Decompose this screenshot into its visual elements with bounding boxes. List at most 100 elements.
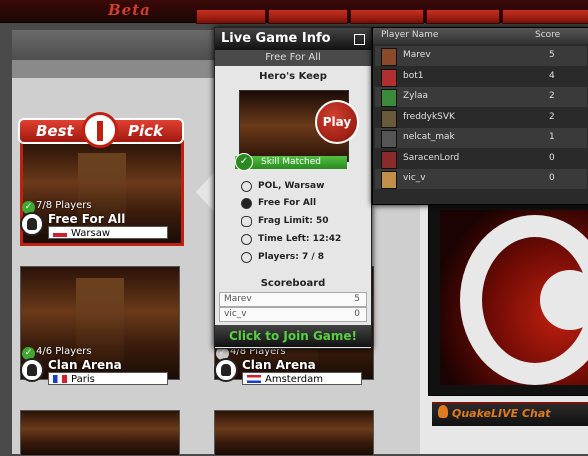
- pick-label: Pick: [128, 122, 164, 140]
- globe-icon: [241, 181, 252, 192]
- flag-poland-icon: [53, 229, 67, 237]
- player-row[interactable]: Marev 5: [375, 46, 587, 66]
- player-score: 4: [549, 70, 555, 81]
- player-avatar: [381, 130, 397, 148]
- server-location: Warsaw: [48, 226, 168, 239]
- play-button[interactable]: Play: [315, 100, 359, 144]
- game-card[interactable]: [20, 410, 180, 456]
- player-list-header: Player Name Score: [373, 28, 588, 44]
- detail-time: Time Left: 12:42: [215, 232, 371, 248]
- nav-tab-2[interactable]: [268, 9, 348, 24]
- player-row[interactable]: Zylaa 2: [375, 87, 587, 107]
- server-location: Amsterdam: [242, 372, 362, 385]
- player-name: Zylaa: [403, 91, 429, 101]
- player-row[interactable]: SaracenLord 0: [375, 149, 587, 169]
- beta-label: Beta: [108, 1, 151, 19]
- best-label: Best: [36, 122, 74, 140]
- quake-logo-icon: [82, 112, 118, 148]
- detail-time-text: Time Left: 12:42: [258, 234, 342, 244]
- detail-players: Players: 7 / 8: [215, 250, 371, 266]
- player-row[interactable]: bot1 4: [375, 67, 587, 87]
- flag-france-icon: [53, 375, 67, 383]
- player-avatar: [381, 171, 397, 189]
- location-label: Paris: [71, 374, 95, 385]
- game-mode: Clan Arena: [242, 358, 316, 372]
- check-icon: ✓: [235, 153, 253, 171]
- popup-header: Live Game Info: [215, 28, 371, 50]
- clock-icon: [241, 234, 252, 245]
- player-score: 0: [549, 173, 555, 183]
- player-count: 4/6 Players: [36, 346, 92, 357]
- detail-mode-text: Free For All: [258, 198, 317, 208]
- game-mode-icon: [20, 358, 44, 382]
- map-screenshot: [21, 411, 179, 455]
- nav-tab-3[interactable]: [350, 9, 424, 24]
- server-location: Paris: [48, 372, 168, 385]
- live-game-info-popup: Live Game Info Free For All Hero's Keep …: [214, 27, 372, 349]
- location-label: Amsterdam: [265, 374, 324, 385]
- player-name: Marev: [403, 50, 431, 60]
- best-pick-banner: Best Pick: [18, 112, 184, 150]
- map-screenshot: [215, 411, 373, 455]
- popup-pointer: [196, 170, 216, 214]
- player-score: 2: [549, 91, 555, 101]
- game-mode: Free For All: [48, 212, 126, 226]
- column-score: Score: [535, 30, 561, 40]
- player-name: freddykSVK: [403, 111, 455, 122]
- detail-players-text: Players: 7 / 8: [258, 252, 325, 262]
- close-icon[interactable]: [354, 34, 365, 45]
- nav-tab-1[interactable]: [196, 9, 266, 24]
- location-label: Warsaw: [71, 228, 111, 239]
- detail-location: POL, Warsaw: [215, 179, 371, 195]
- player-row[interactable]: nelcat_mak 1: [375, 128, 587, 148]
- scoreboard-player: vic_v: [224, 309, 247, 319]
- game-mode-icon: [241, 198, 252, 209]
- detail-frag-text: Frag Limit: 50: [258, 216, 329, 226]
- game-mode-icon: [214, 358, 238, 382]
- player-avatar: [381, 150, 397, 169]
- player-avatar: [381, 68, 397, 87]
- game-mode-icon: [20, 212, 44, 236]
- game-card-info: ✓ 7/8 Players Free For All Warsaw: [18, 200, 178, 244]
- map-name: Hero's Keep: [259, 71, 327, 82]
- chat-flame-icon: [438, 405, 448, 418]
- player-row[interactable]: vic_v 0: [375, 169, 587, 189]
- player-name: nelcat_mak: [403, 132, 455, 142]
- game-card-info: ✓ 4/8 Players Clan Arena Amsterdam: [212, 346, 372, 390]
- scoreboard-player: Marev: [224, 294, 252, 304]
- scoreboard-row: Marev 5: [219, 292, 367, 307]
- join-game-button[interactable]: Click to Join Game!: [215, 325, 371, 347]
- player-score: 2: [549, 111, 555, 122]
- player-score: 5: [549, 50, 555, 60]
- scoreboard-score: 0: [354, 309, 360, 319]
- popup-subtitle: Free For All: [215, 50, 371, 66]
- player-count: 7/8 Players: [36, 200, 92, 211]
- player-name: bot1: [403, 70, 424, 81]
- game-card-info: ✓ 4/6 Players Clan Arena Paris: [18, 346, 178, 390]
- frag-icon: [241, 216, 252, 227]
- column-player-name: Player Name: [381, 30, 439, 40]
- chat-label[interactable]: QuakeLIVE Chat: [452, 407, 551, 420]
- game-card[interactable]: [214, 410, 374, 456]
- detail-location-text: POL, Warsaw: [258, 181, 325, 191]
- nav-tab-4[interactable]: [426, 9, 500, 24]
- popup-title: Live Game Info: [221, 31, 331, 46]
- player-score: 1: [549, 132, 555, 142]
- game-mode: Clan Arena: [48, 358, 122, 372]
- detail-mode: Free For All: [215, 196, 371, 212]
- player-name: vic_v: [403, 173, 426, 183]
- player-row[interactable]: freddykSVK 2: [375, 108, 587, 128]
- player-avatar: [381, 89, 397, 107]
- scoreboard-row: vic_v 0: [219, 307, 367, 322]
- player-list-popup: Player Name Score Marev 5 bot1 4 Zylaa 2 fredd…: [372, 27, 588, 205]
- scoreboard-score: 5: [354, 294, 360, 304]
- flag-netherlands-icon: [247, 375, 261, 383]
- player-name: SaracenLord: [403, 152, 460, 163]
- player-score: 0: [549, 152, 555, 163]
- players-icon: [241, 252, 252, 263]
- player-avatar: [381, 48, 397, 66]
- player-avatar: [381, 109, 397, 128]
- scoreboard-label: Scoreboard: [260, 278, 326, 289]
- nav-tab-5[interactable]: [502, 9, 588, 24]
- detail-frag: Frag Limit: 50: [215, 214, 371, 230]
